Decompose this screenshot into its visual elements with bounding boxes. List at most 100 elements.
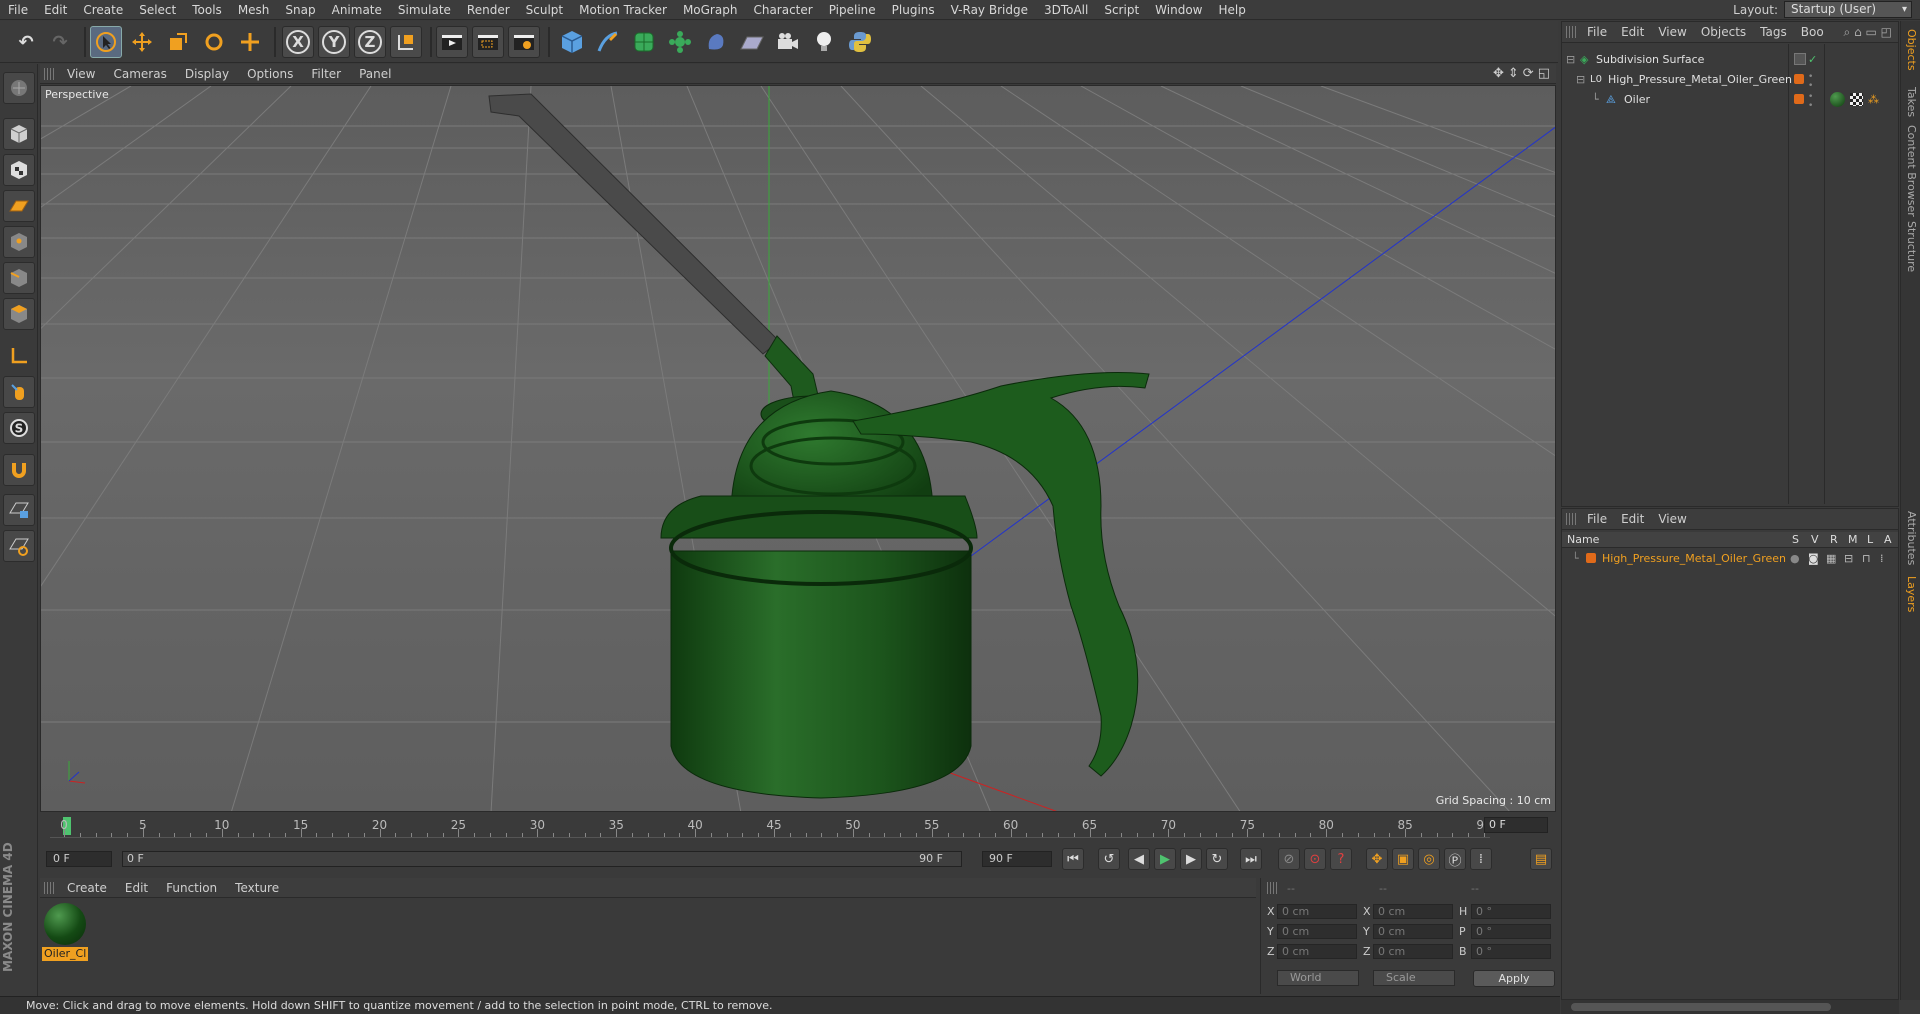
manager-toggle-icon[interactable]: ⊟ bbox=[1844, 549, 1853, 568]
rot-h-field[interactable]: 0 ° bbox=[1471, 904, 1551, 919]
rotate-icon[interactable] bbox=[198, 26, 230, 58]
magnet-icon[interactable] bbox=[3, 454, 35, 486]
layer-color-swatch[interactable] bbox=[1794, 74, 1804, 84]
deformer-icon[interactable] bbox=[700, 26, 732, 58]
tab-attributes[interactable]: Attributes bbox=[1905, 511, 1918, 565]
render-toggle-icon[interactable]: ▦ bbox=[1826, 549, 1836, 568]
lock-workplane-icon[interactable] bbox=[3, 494, 35, 526]
menu-item-snap[interactable]: Snap bbox=[277, 3, 323, 17]
menu-item-simulate[interactable]: Simulate bbox=[390, 3, 459, 17]
menu-item-vray-bridge[interactable]: V-Ray Bridge bbox=[943, 3, 1036, 17]
autokey-icon[interactable]: ⊙ bbox=[1304, 848, 1326, 870]
make-editable-icon[interactable] bbox=[3, 72, 35, 104]
timeline-window-icon[interactable]: ▤ bbox=[1530, 848, 1552, 870]
panel-grip-icon[interactable] bbox=[44, 881, 54, 894]
previous-key-icon[interactable]: ↺ bbox=[1098, 848, 1120, 870]
menu-item-sculpt[interactable]: Sculpt bbox=[518, 3, 571, 17]
menu-item-file[interactable]: File bbox=[0, 3, 36, 17]
layer-color-swatch[interactable] bbox=[1586, 553, 1596, 563]
render-view-icon[interactable] bbox=[436, 26, 468, 58]
layer-menu-view[interactable]: View bbox=[1651, 512, 1693, 526]
pos-x-field[interactable]: 0 cm bbox=[1277, 904, 1357, 919]
menu-item-script[interactable]: Script bbox=[1096, 3, 1147, 17]
layout-dropdown[interactable]: Startup (User) bbox=[1784, 1, 1912, 18]
axis-mode-icon[interactable] bbox=[3, 340, 35, 372]
viewport-menu-panel[interactable]: Panel bbox=[350, 67, 400, 81]
visibility-dots-icon[interactable]: • • bbox=[1808, 93, 1813, 111]
camera-icon[interactable] bbox=[772, 26, 804, 58]
previous-frame-icon[interactable]: ◀ bbox=[1128, 848, 1150, 870]
rot-p-field[interactable]: 0 ° bbox=[1471, 924, 1551, 939]
tab-takes[interactable]: Takes bbox=[1905, 87, 1918, 117]
tab-content-browser[interactable]: Content Browser bbox=[1905, 125, 1918, 217]
menu-item-character[interactable]: Character bbox=[745, 3, 820, 17]
end-frame-field[interactable]: 90 F bbox=[982, 851, 1052, 867]
next-frame-icon[interactable]: ▶ bbox=[1180, 848, 1202, 870]
material-menu-edit[interactable]: Edit bbox=[116, 881, 157, 895]
viewport-menu-display[interactable]: Display bbox=[176, 67, 238, 81]
zoom-view-icon[interactable]: ⇕ bbox=[1508, 66, 1519, 81]
menu-item-mograph[interactable]: MoGraph bbox=[675, 3, 746, 17]
phong-tag-icon[interactable]: ⁂ bbox=[1868, 90, 1879, 109]
key-pla-icon[interactable]: ⁞ bbox=[1470, 848, 1492, 870]
redo-icon[interactable]: ↷ bbox=[44, 26, 76, 58]
object-row[interactable]: ⊟ ◈ Subdivision Surface ✓ bbox=[1562, 50, 1898, 69]
material-menu-create[interactable]: Create bbox=[58, 881, 116, 895]
scale-icon[interactable] bbox=[162, 26, 194, 58]
tweak-mode-icon[interactable] bbox=[3, 376, 35, 408]
collapse-icon[interactable]: ⊟ bbox=[1566, 50, 1575, 69]
3d-viewport[interactable]: Perspective Grid Spacing : 10 cm bbox=[40, 85, 1556, 812]
panel-grip-icon[interactable] bbox=[1267, 882, 1277, 894]
panel-grip-icon[interactable] bbox=[44, 67, 54, 80]
rotate-view-icon[interactable]: ⟳ bbox=[1523, 66, 1534, 81]
mograph-cloner-icon[interactable] bbox=[664, 26, 696, 58]
menu-item-pipeline[interactable]: Pipeline bbox=[821, 3, 884, 17]
undo-icon[interactable]: ↶ bbox=[10, 26, 42, 58]
texture-mode-icon[interactable] bbox=[3, 154, 35, 186]
next-key-icon[interactable]: ↻ bbox=[1206, 848, 1228, 870]
start-frame-field[interactable]: 0 F bbox=[46, 851, 112, 867]
texture-tag-icon[interactable] bbox=[1850, 93, 1863, 106]
menu-item-window[interactable]: Window bbox=[1147, 3, 1210, 17]
points-mode-icon[interactable] bbox=[3, 226, 35, 258]
menu-item-3dtoall[interactable]: 3DToAll bbox=[1036, 3, 1096, 17]
view-toggle-icon[interactable]: ◙ bbox=[1808, 549, 1819, 568]
x-axis-icon[interactable]: X bbox=[282, 26, 314, 58]
visibility-toggle-icon[interactable] bbox=[1794, 53, 1806, 65]
object-menu-objects[interactable]: Objects bbox=[1694, 25, 1753, 39]
object-menu-bookmarks[interactable]: Boo bbox=[1794, 25, 1831, 39]
material-preview-sphere[interactable] bbox=[44, 903, 86, 945]
tab-structure[interactable]: Structure bbox=[1905, 221, 1918, 272]
apply-button[interactable]: Apply bbox=[1473, 970, 1555, 987]
object-menu-edit[interactable]: Edit bbox=[1614, 25, 1651, 39]
scrollbar-thumb[interactable] bbox=[1571, 1003, 1831, 1011]
cube-object-icon[interactable] bbox=[556, 26, 588, 58]
layer-menu-edit[interactable]: Edit bbox=[1614, 512, 1651, 526]
viewport-menu-cameras[interactable]: Cameras bbox=[104, 67, 175, 81]
material-menu-texture[interactable]: Texture bbox=[226, 881, 288, 895]
visibility-dots-icon[interactable]: • • bbox=[1808, 73, 1813, 91]
size-mode-dropdown[interactable]: Scale bbox=[1373, 970, 1455, 986]
solo-toggle-icon[interactable]: ● bbox=[1790, 549, 1800, 568]
edges-mode-icon[interactable] bbox=[3, 262, 35, 294]
go-to-end-icon[interactable]: ⏭ bbox=[1240, 848, 1262, 870]
object-row[interactable]: ⊟ L0 High_Pressure_Metal_Oiler_Green • • bbox=[1562, 70, 1898, 91]
size-x-field[interactable]: 0 cm bbox=[1373, 904, 1453, 919]
pos-z-field[interactable]: 0 cm bbox=[1277, 944, 1357, 959]
subdivision-generator-icon[interactable] bbox=[628, 26, 660, 58]
layer-row[interactable]: └ High_Pressure_Metal_Oiler_Green ● ◙ ▦ … bbox=[1562, 549, 1898, 568]
layer-menu-file[interactable]: File bbox=[1580, 512, 1614, 526]
floor-scene-icon[interactable] bbox=[736, 26, 768, 58]
material-name-label[interactable]: Oiler_Cl bbox=[42, 947, 88, 961]
model-mode-icon[interactable] bbox=[3, 118, 35, 150]
collapse-icon[interactable]: ⊟ bbox=[1576, 70, 1585, 89]
enabled-check-icon[interactable]: ✓ bbox=[1808, 50, 1817, 69]
key-parameter-icon[interactable]: Ⓟ bbox=[1444, 848, 1466, 870]
coordinate-system-icon[interactable] bbox=[390, 26, 422, 58]
pen-spline-icon[interactable] bbox=[592, 26, 624, 58]
render-settings-icon[interactable] bbox=[508, 26, 540, 58]
object-menu-view[interactable]: View bbox=[1651, 25, 1693, 39]
oiler-model[interactable] bbox=[488, 93, 1150, 799]
lock-toggle-icon[interactable]: ⊓ bbox=[1862, 549, 1871, 568]
key-scale-icon[interactable]: ▣ bbox=[1392, 848, 1414, 870]
